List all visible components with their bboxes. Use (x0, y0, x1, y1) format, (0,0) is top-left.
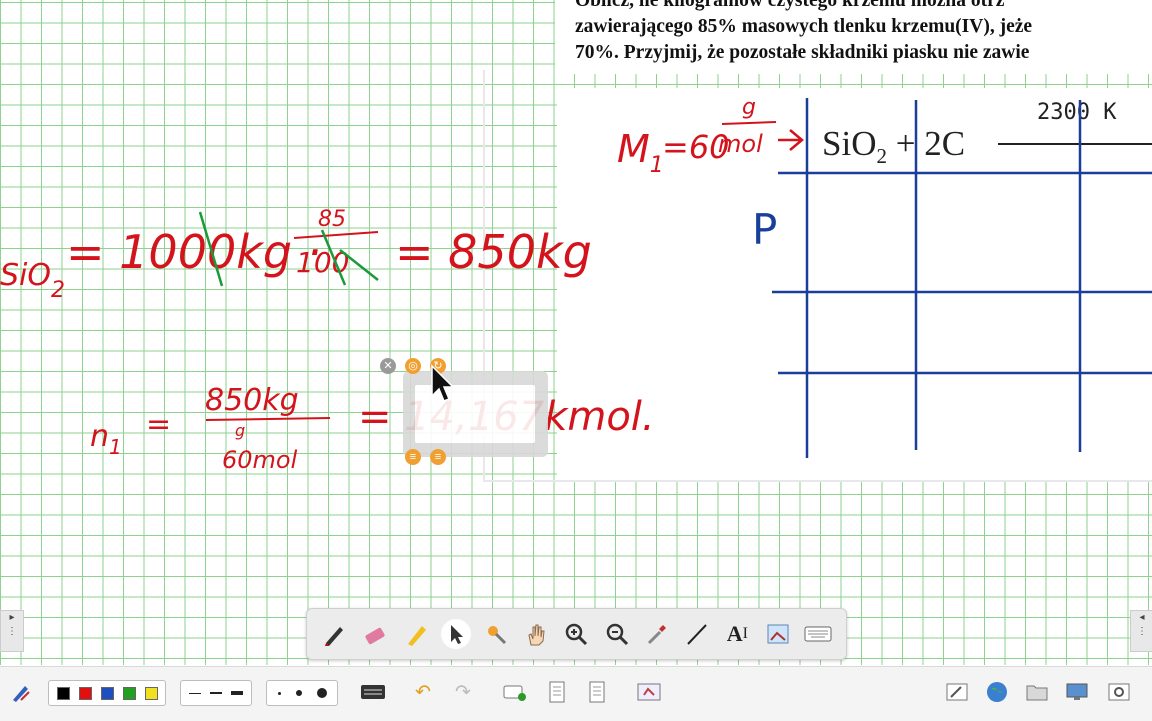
fraction-numerator: 85 (318, 207, 346, 232)
line-width-medium[interactable] (209, 692, 222, 694)
n-equals: = (146, 407, 171, 442)
color-swatch-yellow[interactable] (144, 686, 158, 700)
edit-board-icon[interactable] (942, 677, 972, 707)
mass-expression: = 1000kg · (66, 225, 321, 279)
zoom-out-icon[interactable] (602, 619, 632, 649)
molar-mass-symbol: M1 (617, 127, 664, 178)
bottom-toolbar: ↶ ↷ (0, 666, 1152, 721)
n-symbol: n1 (90, 419, 122, 459)
point-size-small[interactable] (277, 691, 281, 695)
mass-result: = 850kg (395, 225, 592, 279)
color-swatch-green[interactable] (122, 686, 136, 700)
color-palette (48, 680, 166, 706)
right-side-tab[interactable]: ◂ ⋮ (1130, 610, 1152, 652)
pointer-arrow (778, 129, 804, 151)
keyboard-icon[interactable] (803, 619, 833, 649)
color-swatch-black[interactable] (56, 686, 70, 700)
ink-red: SiO2 = 1000kg · 85 100 = 850kg M1 =60 g … (0, 95, 804, 474)
text-icon[interactable]: AI (722, 619, 752, 649)
display-icon[interactable] (1062, 677, 1092, 707)
whiteboard-canvas[interactable]: Oblicz, ile kilogramów czystego krzemu m… (0, 0, 1152, 665)
duplicate-object-icon[interactable]: ◎ (405, 358, 421, 374)
eraser-icon[interactable] (360, 619, 390, 649)
laser-pointer-icon[interactable] (481, 619, 511, 649)
line-width-selector (180, 680, 252, 706)
n-den-unit: g (235, 421, 245, 440)
folder-icon[interactable] (1022, 677, 1052, 707)
pen-icon[interactable] (320, 619, 350, 649)
previous-page-icon[interactable] (542, 677, 572, 707)
zoom-in-icon[interactable] (561, 619, 591, 649)
next-page-icon[interactable] (582, 677, 612, 707)
layer-object-icon[interactable]: ≡ (405, 449, 421, 465)
n-denominator: 60mol (222, 446, 298, 474)
floating-toolbar: AI (306, 608, 847, 660)
text-tool-label: A (726, 621, 743, 646)
menu-object-icon[interactable]: ≡ (430, 449, 446, 465)
handwriting-layer: P SiO2 = 1000kg · 85 100 = 850kg M1 =60 … (0, 95, 1152, 474)
redo-icon[interactable]: ↷ (448, 677, 478, 707)
line-width-thin[interactable] (188, 692, 201, 694)
highlighter-icon[interactable] (401, 619, 431, 649)
point-size-large[interactable] (316, 688, 327, 698)
new-page-icon[interactable] (500, 677, 530, 707)
molar-mass-unit-num: g (742, 95, 756, 120)
p-label: P (752, 205, 777, 254)
text-tool-cursor: I (742, 625, 748, 642)
line-width-thick[interactable] (231, 691, 244, 695)
line-icon[interactable] (682, 619, 712, 649)
screen-capture-icon[interactable] (634, 677, 664, 707)
pipette-icon[interactable] (642, 619, 672, 649)
capture-icon[interactable] (763, 619, 793, 649)
select-icon[interactable] (440, 619, 471, 649)
settings-icon[interactable] (1104, 677, 1134, 707)
molar-mass-bar (721, 121, 777, 125)
molar-mass-unit-den: mol (718, 130, 763, 158)
sio2-label: SiO2 (0, 258, 65, 303)
hand-icon[interactable] (521, 619, 551, 649)
point-size-selector (266, 680, 338, 706)
pen-settings-icon[interactable] (6, 677, 36, 707)
point-size-medium[interactable] (295, 690, 302, 696)
n-fraction-bar (205, 417, 331, 421)
table-grid (772, 98, 1152, 458)
n-numerator: 850kg (205, 383, 299, 418)
keyboard-icon[interactable] (358, 677, 388, 707)
left-side-tab[interactable]: ▸ ⋮ (0, 610, 24, 652)
undo-icon[interactable]: ↶ (408, 677, 438, 707)
floating-object-panel[interactable] (403, 371, 548, 457)
web-browser-icon[interactable] (982, 677, 1012, 707)
color-swatch-blue[interactable] (100, 686, 114, 700)
color-swatch-red[interactable] (78, 686, 92, 700)
close-object-icon[interactable]: ✕ (380, 358, 396, 374)
mouse-cursor-icon (431, 364, 455, 402)
